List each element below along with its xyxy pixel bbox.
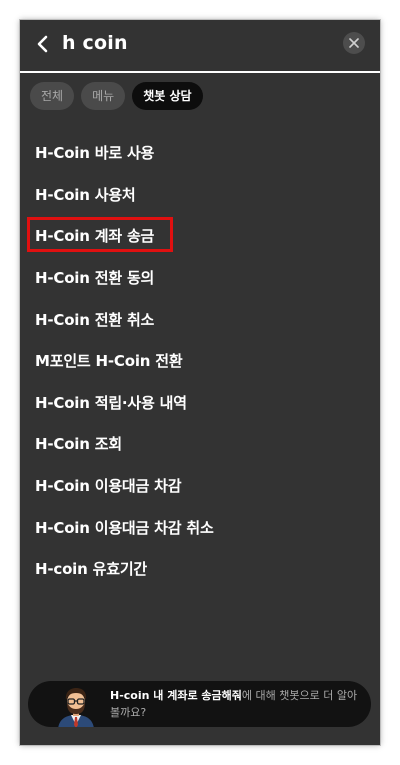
- close-icon: [349, 38, 359, 48]
- search-query-text[interactable]: h coin: [62, 32, 128, 54]
- result-item[interactable]: H-Coin 이용대금 차감 취소: [20, 506, 380, 548]
- result-item[interactable]: H-Coin 계좌 송금: [20, 215, 380, 257]
- result-item[interactable]: H-Coin 조회: [20, 423, 380, 465]
- result-item[interactable]: H-Coin 전환 취소: [20, 298, 380, 340]
- result-label: H-Coin 바로 사용: [35, 144, 155, 163]
- result-label: H-Coin 조회: [35, 435, 122, 454]
- search-results-list: H-Coin 바로 사용 H-Coin 사용처 H-Coin 계좌 송금 H-C…: [20, 132, 380, 590]
- chevron-left-icon[interactable]: [36, 34, 50, 54]
- result-label: H-coin 유효기간: [35, 560, 148, 579]
- result-label: M포인트 H-Coin 전환: [35, 352, 183, 371]
- tab-chatbot[interactable]: 챗봇 상담: [132, 82, 203, 110]
- result-item[interactable]: M포인트 H-Coin 전환: [20, 340, 380, 382]
- result-item[interactable]: H-Coin 전환 동의: [20, 257, 380, 299]
- result-label: H-Coin 계좌 송금: [35, 227, 155, 246]
- close-button[interactable]: [343, 32, 365, 54]
- result-label: H-Coin 사용처: [35, 185, 136, 204]
- result-item[interactable]: H-coin 유효기간: [20, 548, 380, 590]
- tab-menu[interactable]: 메뉴: [81, 82, 126, 110]
- result-label: H-Coin 이용대금 차감: [35, 477, 182, 496]
- chatbot-suggestion-bar[interactable]: H-coin 내 계좌로 송금해줘에 대해 챗봇으로 더 알아볼까요?: [28, 681, 371, 727]
- chatbot-prompt-highlight: H-coin 내 계좌로 송금해줘: [110, 689, 242, 702]
- result-label: H-Coin 전환 동의: [35, 269, 155, 288]
- result-item[interactable]: H-Coin 사용처: [20, 174, 380, 216]
- result-label: H-Coin 적립·사용 내역: [35, 393, 187, 412]
- result-item[interactable]: H-Coin 이용대금 차감: [20, 465, 380, 507]
- search-header: h coin: [20, 20, 380, 73]
- result-label: H-Coin 전환 취소: [35, 310, 155, 329]
- result-item[interactable]: H-Coin 바로 사용: [20, 132, 380, 174]
- tab-all[interactable]: 전체: [30, 82, 75, 110]
- chatbot-avatar: [54, 685, 98, 727]
- result-item[interactable]: H-Coin 적립·사용 내역: [20, 382, 380, 424]
- chatbot-prompt-text: H-coin 내 계좌로 송금해줘에 대해 챗봇으로 더 알아볼까요?: [110, 687, 365, 721]
- category-tabs: 전체 메뉴 챗봇 상담: [30, 82, 203, 110]
- search-panel: h coin 전체 메뉴 챗봇 상담 H-Coin 바로 사용 H-Coin 사…: [20, 20, 380, 745]
- result-label: H-Coin 이용대금 차감 취소: [35, 518, 214, 537]
